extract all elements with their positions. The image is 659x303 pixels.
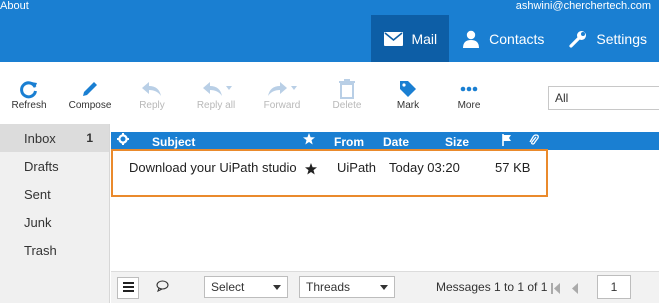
more-button[interactable]: More [452,78,486,111]
folder-label: Sent [24,186,51,202]
more-label: More [457,100,481,111]
folder-label: Inbox [24,130,56,146]
folder-label: Trash [24,242,57,258]
chevron-down-icon [273,285,281,290]
envelope-icon [383,30,403,48]
threads-view-button[interactable] [153,277,171,299]
nav-mail[interactable]: Mail [371,15,450,62]
person-icon [461,30,481,48]
selected-message-highlight [111,149,548,197]
reply-all-icon [193,78,239,100]
unread-count: 1 [86,131,93,145]
pencil-icon [64,78,116,100]
previous-page-icon[interactable] [571,281,578,299]
wrench-icon [568,30,588,48]
delete-label: Delete [332,100,362,111]
folder-label: Drafts [24,158,59,174]
mark-button[interactable]: Mark [390,78,426,111]
reply-button[interactable]: Reply [134,78,170,111]
nav-settings-label: Settings [596,30,647,47]
forward-button[interactable]: Forward [258,78,306,111]
folder-inbox[interactable]: Inbox 1 [0,124,109,152]
reply-all-button[interactable]: Reply all [193,78,239,111]
folder-sent[interactable]: Sent [0,180,109,208]
pager-status: Messages 1 to 1 of 1 [436,280,548,294]
mark-label: Mark [396,100,420,111]
column-date[interactable]: Date [383,135,409,149]
mail-toolbar: Refresh Compose Reply Reply all Forward [0,62,659,124]
nav-mail-label: Mail [411,30,438,47]
forward-icon [258,78,306,100]
folder-drafts[interactable]: Drafts [0,152,109,180]
column-flag-icon[interactable] [502,134,512,149]
folder-label: Junk [24,214,52,230]
reply-all-label: Reply all [196,100,236,111]
first-page-icon[interactable] [551,281,561,299]
list-lines-icon [122,279,134,297]
reply-icon [134,78,170,100]
compose-label: Compose [68,100,112,111]
top-header-bar: About ashwini@cherchertech.com Mail Cont… [0,0,659,62]
threads-dropdown-label: Threads [306,280,351,294]
compose-button[interactable]: Compose [64,78,116,111]
user-email[interactable]: ashwini@cherchertech.com [516,0,651,12]
column-size[interactable]: Size [445,135,469,149]
forward-label: Forward [263,100,301,111]
trash-icon [329,78,365,100]
list-view-button[interactable] [117,277,139,299]
message-list: Subject From Date Size Download your UiP… [111,124,659,271]
speech-bubble-icon [155,279,169,297]
refresh-icon [9,78,49,100]
page-number-input[interactable]: 1 [597,275,631,299]
main-nav: Mail Contacts Settings [371,15,659,62]
select-dropdown-label: Select [211,280,245,294]
threads-dropdown[interactable]: Threads [299,276,395,298]
folder-sidebar: Inbox 1 Drafts Sent Junk Trash [0,124,110,303]
chevron-down-icon [380,285,388,290]
nav-settings[interactable]: Settings [556,15,659,62]
column-from[interactable]: From [334,135,364,149]
more-dots-icon [452,78,486,100]
folder-junk[interactable]: Junk [0,208,109,236]
column-flagged-star-icon[interactable] [303,133,315,148]
nav-contacts-label: Contacts [489,30,545,47]
refresh-button[interactable]: Refresh [9,78,49,111]
filter-select[interactable]: All [548,86,659,110]
column-subject[interactable]: Subject [152,135,195,149]
delete-button[interactable]: Delete [329,78,365,111]
folder-trash[interactable]: Trash [0,236,109,264]
tag-icon [390,78,426,100]
select-dropdown[interactable]: Select [204,276,288,298]
list-footer: Select Threads Messages 1 to 1 of 1 1 [111,271,659,303]
reply-label: Reply [139,100,165,111]
list-options-gear-icon[interactable] [117,133,129,148]
about-link[interactable]: About [0,0,29,12]
column-attachment-icon[interactable] [529,134,539,150]
message-list-header: Subject From Date Size [111,132,659,150]
nav-contacts[interactable]: Contacts [449,15,556,62]
refresh-label: Refresh [11,100,47,111]
